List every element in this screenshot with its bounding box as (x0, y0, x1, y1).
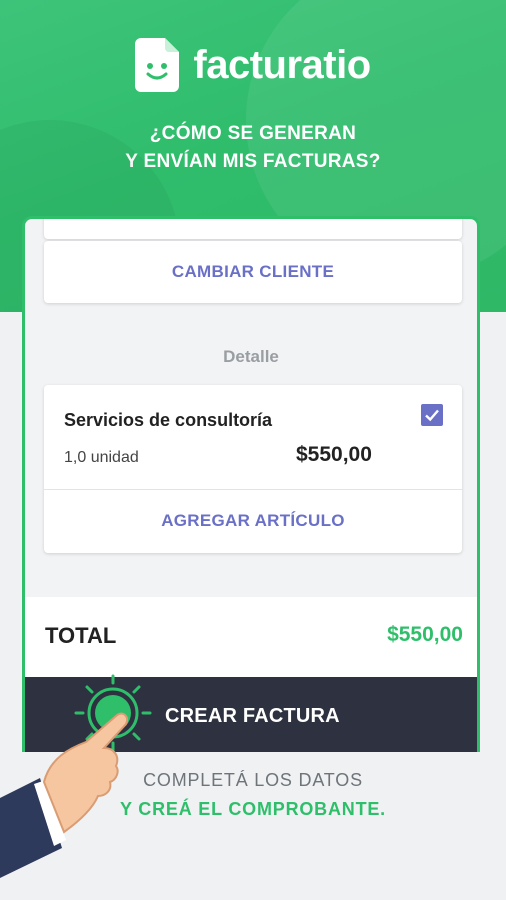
total-label: TOTAL (45, 623, 117, 648)
create-invoice-label: CREAR FACTURA (165, 705, 340, 727)
smiling-document-icon (135, 38, 180, 92)
client-card: CAMBIAR CLIENTE (44, 241, 462, 303)
client-card-top (44, 219, 462, 239)
item-name: Servicios de consultoría (64, 410, 273, 430)
brand-logo: facturatio (0, 38, 506, 92)
footer-caption: COMPLETÁ LOS DATOS Y CREÁ EL COMPROBANTE… (0, 770, 506, 820)
total-value: $550,00 (387, 623, 463, 646)
headline-line-1: ¿CÓMO SE GENERAN (149, 123, 357, 144)
item-checkbox[interactable] (421, 404, 443, 426)
page-headline: ¿CÓMO SE GENERAN Y ENVÍAN MIS FACTURAS? (0, 120, 506, 176)
brand-name: facturatio (193, 42, 371, 87)
add-item-button[interactable]: AGREGAR ARTÍCULO (44, 489, 462, 553)
check-icon (425, 409, 439, 422)
detail-card: Servicios de consultoría 1,0 unidad $550… (44, 385, 462, 553)
item-price: $550,00 (296, 443, 372, 466)
change-client-button[interactable]: CAMBIAR CLIENTE (44, 241, 462, 303)
detail-section-label: Detalle (223, 347, 279, 366)
total-bar: TOTAL $550,00 (25, 597, 477, 677)
footer-line-2: Y CREÁ EL COMPROBANTE. (120, 799, 386, 819)
item-quantity: 1,0 unidad (64, 449, 139, 466)
headline-line-2: Y ENVÍAN MIS FACTURAS? (125, 151, 381, 172)
footer-line-1: COMPLETÁ LOS DATOS (143, 770, 363, 790)
